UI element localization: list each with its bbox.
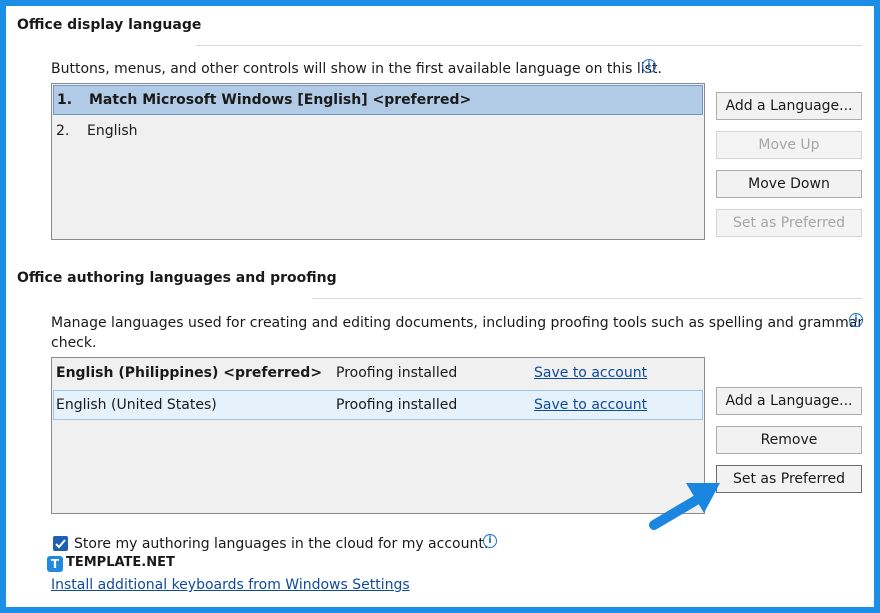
section-divider [196,45,862,46]
authoring-language-row-1[interactable]: English (Philippines) <preferred> Proofi… [53,359,703,389]
section-divider [312,298,862,299]
install-keyboards-link[interactable]: Install additional keyboards from Window… [51,577,410,593]
set-display-preferred-button[interactable]: Set as Preferred [716,209,862,237]
display-language-item-2[interactable]: 2. English [53,117,703,147]
template-logo-icon: T [47,556,63,572]
store-in-cloud-label[interactable]: Store my authoring languages in the clou… [74,534,488,554]
list-item-label: Match Microsoft Windows [English] <prefe… [89,92,472,108]
pointer-arrow [649,483,720,530]
watermark-text: TEMPLATE.NET [66,555,175,570]
checkmark-icon [55,539,66,549]
save-to-account-link[interactable]: Save to account [534,365,647,381]
store-in-cloud-checkbox[interactable] [53,536,68,551]
move-down-button[interactable]: Move Down [716,170,862,198]
language-name: English (Philippines) <preferred> [56,365,323,381]
move-up-button[interactable]: Move Up [716,131,862,159]
add-display-language-button[interactable]: Add a Language... [716,92,862,120]
display-language-heading: Office display language [17,17,202,33]
authoring-languages-heading: Office authoring languages and proofing [17,270,337,286]
set-authoring-preferred-button[interactable]: Set as Preferred [716,465,862,493]
display-language-description: Buttons, menus, and other controls will … [51,61,662,77]
info-icon[interactable]: i [642,59,656,73]
display-language-list[interactable]: 1. Match Microsoft Windows [English] <pr… [51,83,705,240]
info-icon[interactable]: i [849,313,863,327]
list-item-number: 1. [57,92,73,108]
authoring-language-row-2[interactable]: English (United States) Proofing install… [53,390,703,420]
language-name: English (United States) [56,397,217,413]
display-language-item-1[interactable]: 1. Match Microsoft Windows [English] <pr… [53,85,703,115]
proofing-status: Proofing installed [336,365,458,381]
language-settings-panel: Office display language Buttons, menus, … [6,6,874,607]
save-to-account-link[interactable]: Save to account [534,397,647,413]
remove-language-button[interactable]: Remove [716,426,862,454]
proofing-status: Proofing installed [336,397,458,413]
description-line: check. [51,335,97,351]
authoring-language-list[interactable]: English (Philippines) <preferred> Proofi… [51,357,705,514]
add-authoring-language-button[interactable]: Add a Language... [716,387,862,415]
authoring-languages-description: Manage languages used for creating and e… [51,313,864,353]
list-item-number: 2. [56,123,70,139]
description-line: Manage languages used for creating and e… [51,315,864,331]
info-icon[interactable]: i [483,534,497,548]
list-item-label: English [87,123,138,139]
